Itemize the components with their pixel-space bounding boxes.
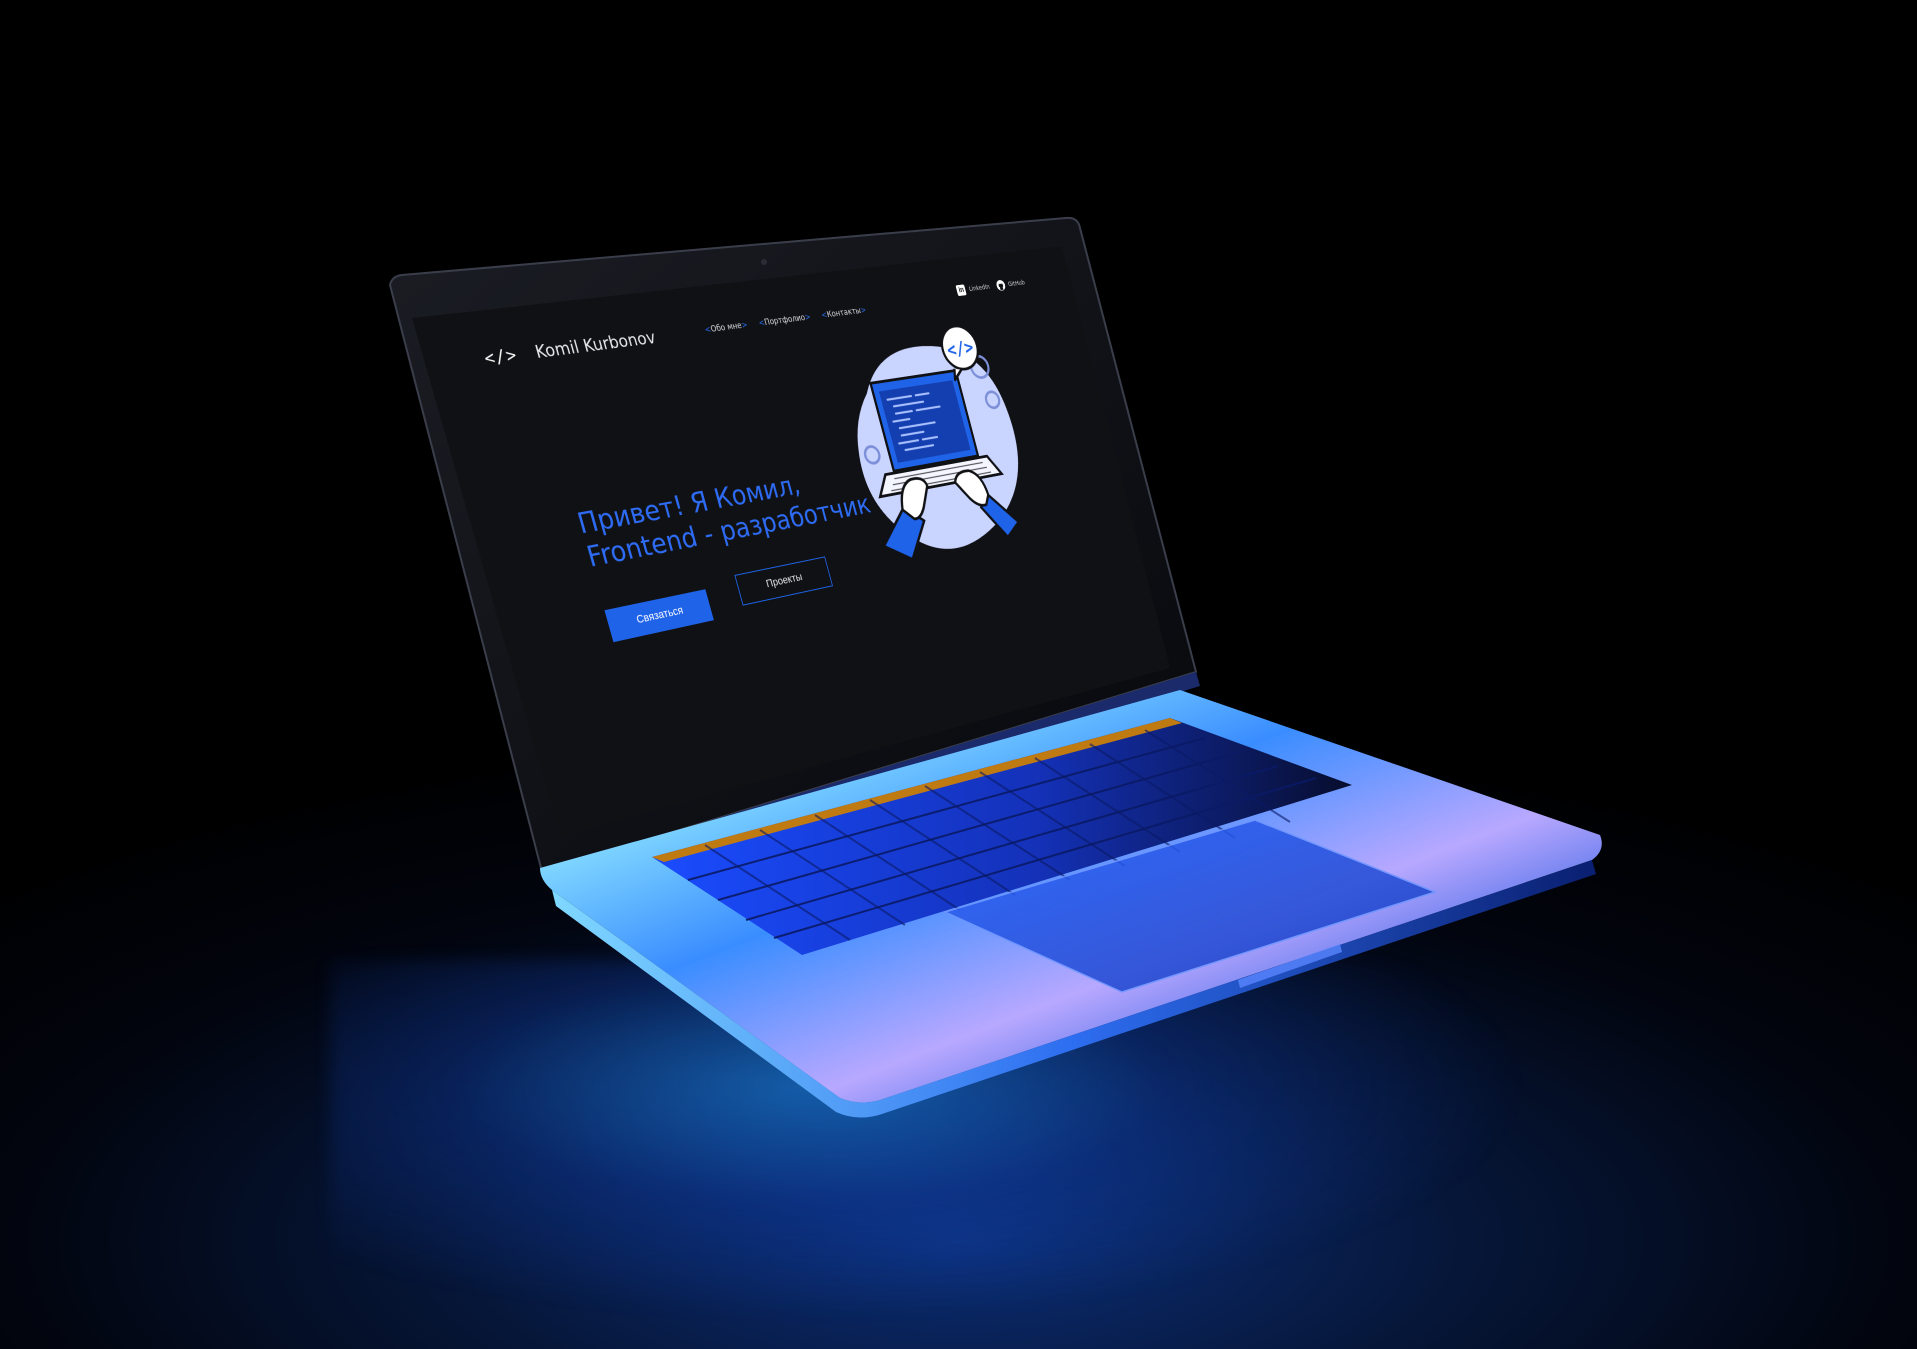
nav-item-about[interactable]: <Обо мне> [704, 320, 749, 335]
social-links: in LinkedIn GitHub [956, 277, 1026, 296]
social-label: LinkedIn [968, 283, 990, 293]
hero-title: Привет! Я Комил, Frontend - разработчик [573, 454, 889, 573]
nav-item-label: Обо мне [710, 321, 743, 334]
contact-button[interactable]: Связаться [604, 589, 713, 642]
svg-text:</>: </> [945, 337, 976, 361]
github-icon [995, 280, 1006, 292]
logo[interactable]: </> Komil Kurbonov [482, 328, 658, 370]
photo-scene: </> Komil Kurbonov <Обо мне> <Портфолио>… [0, 0, 1917, 1349]
nav-item-label: Контакты [826, 306, 862, 319]
github-link[interactable]: GitHub [995, 277, 1026, 291]
projects-button[interactable]: Проекты [734, 556, 833, 605]
code-logo-icon: </> [482, 345, 520, 370]
nav-item-contacts[interactable]: <Контакты> [820, 306, 867, 321]
linkedin-link[interactable]: in LinkedIn [956, 281, 991, 296]
developer-illustration: </> [819, 309, 1063, 583]
logo-name: Komil Kurbonov [533, 328, 658, 363]
nav-item-label: Портфолио [763, 313, 806, 328]
linkedin-icon: in [956, 284, 967, 296]
social-label: GitHub [1007, 279, 1025, 288]
nav-item-portfolio[interactable]: <Портфолио> [758, 313, 812, 329]
